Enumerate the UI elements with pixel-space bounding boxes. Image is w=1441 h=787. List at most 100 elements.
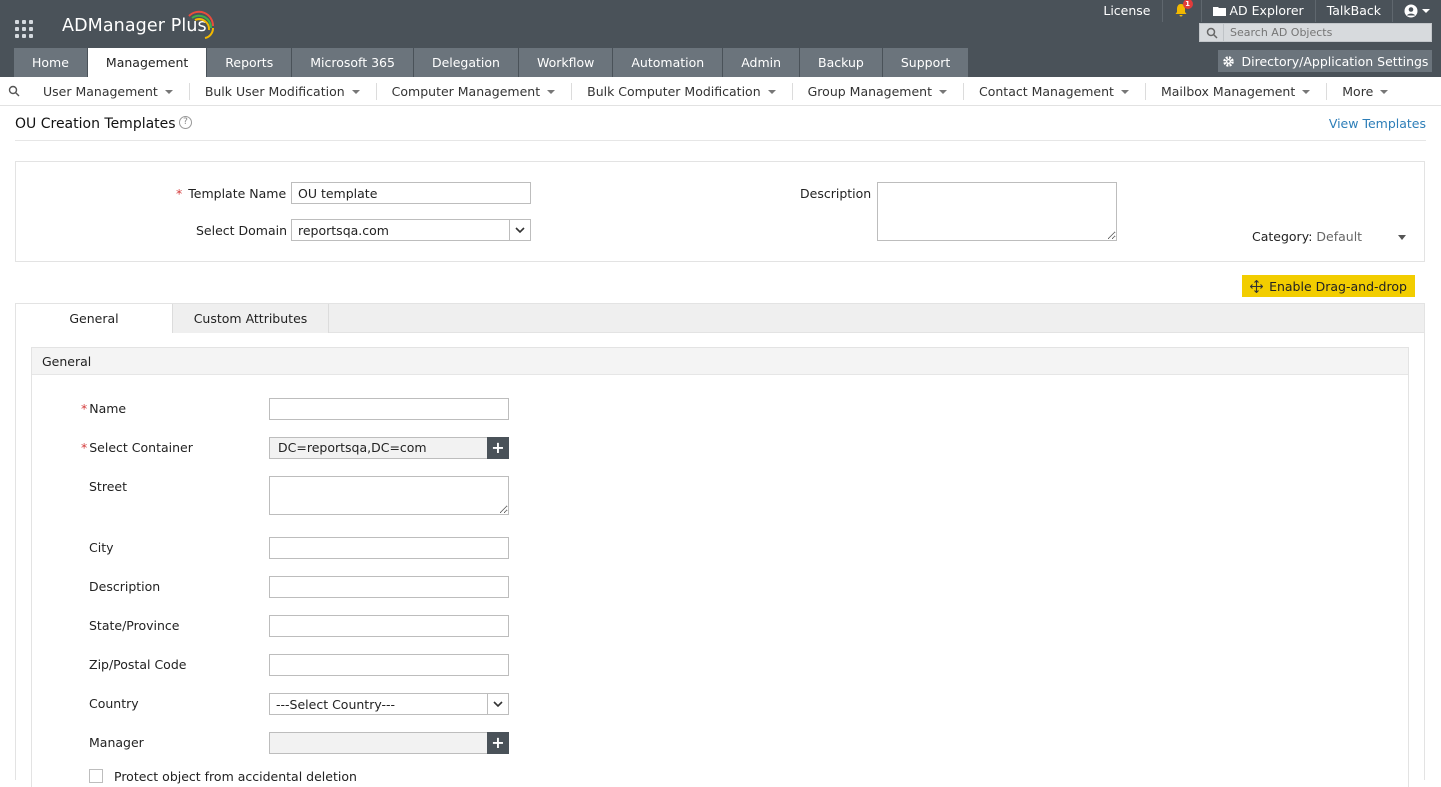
city-input[interactable]: [269, 537, 509, 559]
country-label: Country: [89, 696, 139, 711]
protect-deletion-checkbox[interactable]: [89, 769, 103, 783]
chevron-down-icon[interactable]: [1398, 235, 1406, 240]
add-container-button[interactable]: +: [487, 437, 509, 459]
form-tab-strip: General Custom Attributes: [16, 304, 1424, 334]
chevron-down-icon: [767, 89, 776, 94]
tab-microsoft-365[interactable]: Microsoft 365: [292, 48, 413, 77]
state-province-label: State/Province: [89, 618, 180, 633]
tab-admin[interactable]: Admin: [723, 48, 800, 77]
subnav-label: Bulk Computer Modification: [587, 83, 761, 99]
chevron-down-icon: [1380, 89, 1389, 94]
chevron-down-icon: [509, 220, 530, 240]
template-name-label: * Template Name: [176, 186, 286, 201]
chevron-down-icon: [547, 89, 556, 94]
chevron-down-icon: [1422, 9, 1430, 13]
subnav-bulk-computer-modification[interactable]: Bulk Computer Modification: [572, 82, 793, 100]
page-header: OU Creation Templates ? View Templates: [15, 107, 1426, 141]
drag-and-drop-label: Enable Drag-and-drop: [1269, 278, 1407, 294]
tab-delegation[interactable]: Delegation: [413, 48, 518, 77]
category-label: Category:: [1252, 229, 1313, 244]
subnav-mailbox-management[interactable]: Mailbox Management: [1146, 82, 1328, 100]
help-icon[interactable]: ?: [179, 116, 192, 129]
main-tabs: Home Management Reports Microsoft 365 De…: [14, 48, 969, 78]
chevron-down-icon: [1302, 89, 1311, 94]
subnav-label: Contact Management: [979, 83, 1114, 99]
tab-support[interactable]: Support: [882, 48, 969, 77]
manager-label: Manager: [89, 735, 144, 750]
directory-settings-button[interactable]: Directory/Application Settings: [1218, 50, 1432, 72]
tab-backup[interactable]: Backup: [800, 48, 882, 77]
page-title: OU Creation Templates: [15, 116, 176, 132]
template-description-input[interactable]: [877, 182, 1117, 241]
city-label: City: [89, 540, 114, 555]
tab-management[interactable]: Management: [87, 48, 207, 78]
subnav-group-management[interactable]: Group Management: [793, 82, 964, 100]
country-select-value: ---Select Country---: [276, 696, 396, 712]
subnav-label: Group Management: [807, 83, 932, 99]
subnav-user-management[interactable]: User Management: [28, 82, 190, 100]
template-name-input[interactable]: [291, 182, 531, 204]
name-label-text: Name: [89, 401, 127, 416]
subnav-computer-management[interactable]: Computer Management: [377, 82, 573, 100]
search-input[interactable]: [1224, 26, 1424, 39]
sub-nav: User Management Bulk User Modification C…: [0, 77, 1441, 106]
description-input[interactable]: [269, 576, 509, 598]
container-value: DC=reportsqa,DC=com: [278, 440, 427, 455]
enable-drag-and-drop-button[interactable]: Enable Drag-and-drop: [1242, 275, 1415, 297]
gear-icon: [1222, 55, 1234, 67]
tab-home[interactable]: Home: [14, 48, 87, 77]
select-container-label: * Select Container: [81, 440, 193, 455]
subnav-contact-management[interactable]: Contact Management: [964, 82, 1146, 100]
chevron-down-icon: [351, 89, 360, 94]
domain-select[interactable]: reportsqa.com: [291, 219, 531, 241]
country-select[interactable]: ---Select Country---: [269, 693, 509, 715]
chevron-down-icon: [1120, 89, 1129, 94]
app-grid-icon[interactable]: [15, 20, 33, 38]
subnav-more[interactable]: More: [1327, 83, 1404, 100]
chevron-down-icon: [939, 89, 947, 94]
top-header: ADManager Plus License 1 AD Explorer Tal…: [0, 0, 1441, 78]
bell-icon: 1: [1174, 0, 1193, 17]
subnav-label: Computer Management: [391, 83, 541, 99]
street-input[interactable]: [269, 476, 509, 515]
chevron-down-icon: [164, 89, 173, 94]
tab-automation[interactable]: Automation: [613, 48, 723, 77]
user-menu[interactable]: [1393, 0, 1441, 22]
notification-badge: 1: [1182, 0, 1193, 9]
subnav-bulk-user-modification[interactable]: Bulk User Modification: [190, 82, 377, 100]
directory-settings-label: Directory/Application Settings: [1241, 53, 1429, 69]
template-info-panel: * Template Name Select Domain reportsqa.c…: [15, 161, 1425, 262]
view-templates-link[interactable]: View Templates: [1329, 116, 1426, 131]
description-label: Description: [89, 579, 161, 594]
category-value: Default: [1316, 229, 1363, 244]
domain-select-value: reportsqa.com: [298, 222, 389, 238]
tab-reports[interactable]: Reports: [207, 48, 292, 77]
talkback-link[interactable]: TalkBack: [1316, 0, 1393, 22]
section-title: General: [32, 348, 1408, 375]
search-box: [1199, 23, 1432, 42]
logo-arc-icon: [188, 10, 215, 39]
ad-explorer-link[interactable]: AD Explorer: [1202, 0, 1316, 22]
template-name-text: Template Name: [188, 186, 287, 201]
chevron-down-icon: [487, 694, 508, 714]
ad-explorer-label: AD Explorer: [1229, 3, 1304, 18]
ou-name-input[interactable]: [269, 398, 509, 420]
subnav-label: Mailbox Management: [1160, 83, 1296, 99]
form-tabs-panel: General Custom Attributes General * Name …: [15, 303, 1425, 787]
search-icon[interactable]: [0, 85, 28, 97]
top-links: License 1 AD Explorer TalkBack: [1092, 0, 1441, 22]
tab-workflow[interactable]: Workflow: [518, 48, 613, 77]
tab-custom-attributes[interactable]: Custom Attributes: [172, 304, 329, 333]
search-icon[interactable]: [1200, 24, 1224, 41]
tab-general[interactable]: General: [16, 304, 172, 334]
subnav-label: User Management: [43, 83, 158, 99]
add-manager-button[interactable]: +: [487, 732, 509, 754]
manager-field: +: [269, 732, 509, 754]
template-description-label: Description: [800, 186, 872, 201]
state-province-input[interactable]: [269, 615, 509, 637]
category-selector[interactable]: Category: Default: [1252, 229, 1362, 244]
license-link[interactable]: License: [1092, 0, 1163, 22]
zip-postal-code-input[interactable]: [269, 654, 509, 676]
street-label: Street: [89, 479, 127, 494]
notifications-button[interactable]: 1: [1163, 0, 1202, 22]
